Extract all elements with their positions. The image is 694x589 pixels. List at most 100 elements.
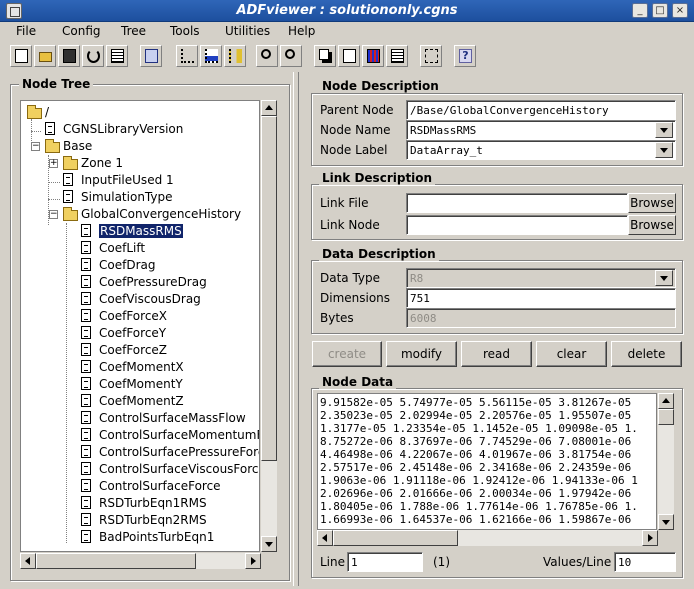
tree-node[interactable]: CoefMomentZ <box>21 393 259 410</box>
tree-node[interactable]: CoefViscousDrag <box>21 291 259 308</box>
tree-node[interactable]: CoefMomentX <box>21 359 259 376</box>
tree-node[interactable]: ControlSurfacePressureForc <box>21 444 259 461</box>
document-icon <box>81 462 91 475</box>
view-button[interactable] <box>140 45 162 67</box>
maximize-button[interactable]: □ <box>652 3 668 18</box>
data-scroll-right-arrow[interactable] <box>642 530 658 546</box>
search-next-icon <box>285 49 295 59</box>
tree-node[interactable]: − GlobalConvergenceHistory <box>21 206 259 223</box>
link-file-browse-button[interactable]: Browse <box>628 193 676 213</box>
menu-utilities[interactable]: Utilities <box>225 24 270 38</box>
folder-icon <box>63 207 78 221</box>
tree-node[interactable]: RSDMassRMS <box>21 223 259 240</box>
node-name-dropdown-arrow[interactable] <box>655 122 673 138</box>
properties-button[interactable] <box>106 45 128 67</box>
tree-scroll-up-arrow[interactable] <box>261 100 277 116</box>
tree-node[interactable]: CoefDrag <box>21 257 259 274</box>
tree-node[interactable]: CoefForceY <box>21 325 259 342</box>
data-scroll-thumb[interactable] <box>658 409 674 425</box>
save-icon <box>63 49 76 63</box>
tree-node[interactable]: ControlSurfaceMomentumFo <box>21 427 259 444</box>
collapse-icon[interactable]: − <box>49 210 58 219</box>
parent-node-field[interactable]: /Base/GlobalConvergenceHistory <box>406 100 676 120</box>
refresh-button[interactable] <box>82 45 104 67</box>
document-icon <box>81 309 91 322</box>
copy-icon <box>319 49 329 60</box>
data-scroll-left-arrow[interactable] <box>317 530 333 546</box>
delete-button[interactable]: delete <box>611 341 682 367</box>
links-button[interactable] <box>420 45 442 67</box>
tree-hscroll-thumb[interactable] <box>36 553 196 569</box>
copy-button[interactable] <box>314 45 336 67</box>
link-node-browse-button[interactable]: Browse <box>628 215 676 235</box>
tree-node[interactable]: CGNSLibraryVersion <box>21 121 259 138</box>
tree-node[interactable]: CoefLift <box>21 240 259 257</box>
tree-scroll-right-arrow[interactable] <box>245 553 261 569</box>
modify-button[interactable]: modify <box>386 341 457 367</box>
tree-scroll-left-arrow[interactable] <box>20 553 36 569</box>
line-field[interactable]: 1 <box>347 552 423 572</box>
tree-node[interactable]: BadPointsTurbEqn1 <box>21 529 259 546</box>
tree-node-label: CGNSLibraryVersion <box>63 122 184 136</box>
minimize-button[interactable]: _ <box>632 3 648 18</box>
close-button[interactable]: × <box>672 3 688 18</box>
dimensions-field[interactable]: 751 <box>406 288 676 308</box>
data-line: 4.46498e-06 4.22067e-06 4.01967e-06 3.81… <box>320 448 632 461</box>
expand-icon[interactable]: + <box>49 159 58 168</box>
check-button[interactable] <box>338 45 360 67</box>
data-scroll-down-arrow[interactable] <box>658 514 674 530</box>
new-button[interactable] <box>10 45 32 67</box>
tree-node[interactable]: CoefMomentY <box>21 376 259 393</box>
tree-sort-button[interactable] <box>176 45 198 67</box>
node-label-dropdown-arrow[interactable] <box>655 142 673 158</box>
data-hscroll-thumb[interactable] <box>333 530 458 546</box>
tree-node[interactable]: InputFileUsed 1 <box>21 172 259 189</box>
menu-tree[interactable]: Tree <box>121 24 146 38</box>
tree-node[interactable]: ControlSurfaceMassFlow <box>21 410 259 427</box>
read-button[interactable]: read <box>461 341 532 367</box>
tree-scroll-thumb[interactable] <box>261 116 277 461</box>
pane-splitter[interactable] <box>293 72 299 586</box>
tree-node[interactable]: RSDTurbEqn1RMS <box>21 495 259 512</box>
node-name-field[interactable]: RSDMassRMS <box>406 120 676 140</box>
tree-node[interactable]: RSDTurbEqn2RMS <box>21 512 259 529</box>
menu-help[interactable]: Help <box>288 24 315 38</box>
link-node-field[interactable] <box>406 215 628 235</box>
tree-scroll-down-arrow[interactable] <box>261 536 277 552</box>
data-type-dropdown-arrow[interactable] <box>655 270 673 286</box>
collapse-icon[interactable]: − <box>31 142 40 151</box>
grid-button[interactable] <box>362 45 384 67</box>
tree-node[interactable]: CoefForceZ <box>21 342 259 359</box>
node-data-text-area[interactable]: 9.91582e-05 5.74977e-05 5.56115e-05 3.81… <box>317 393 657 530</box>
menu-file[interactable]: File <box>16 24 36 38</box>
link-file-field[interactable] <box>406 193 628 213</box>
help-button[interactable]: ? <box>454 45 476 67</box>
data-type-field[interactable]: R8 <box>406 268 676 288</box>
tree-node[interactable]: CoefPressureDrag <box>21 274 259 291</box>
data-scroll-up-arrow[interactable] <box>658 393 674 409</box>
tree-down-button[interactable] <box>200 45 222 67</box>
tree-node[interactable]: ControlSurfaceForce <box>21 478 259 495</box>
tree-node[interactable]: − Base <box>21 138 259 155</box>
save-button[interactable] <box>58 45 80 67</box>
menu-tools[interactable]: Tools <box>170 24 200 38</box>
values-per-line-field[interactable]: 10 <box>614 552 676 572</box>
clear-button[interactable]: clear <box>536 341 607 367</box>
menu-config[interactable]: Config <box>62 24 101 38</box>
tree-node-label: RSDMassRMS <box>99 224 183 238</box>
tree-num-button[interactable] <box>224 45 246 67</box>
create-button[interactable]: create <box>312 341 382 367</box>
tree-node-label: RSDTurbEqn1RMS <box>99 496 207 510</box>
tree-node[interactable]: + Zone 1 <box>21 155 259 172</box>
node-tree[interactable]: / CGNSLibraryVersion − Base + Zone 1 InputFile… <box>20 100 260 552</box>
search-button[interactable] <box>256 45 278 67</box>
open-button[interactable] <box>34 45 56 67</box>
tree-node[interactable]: ControlSurfaceViscousForce <box>21 461 259 478</box>
calculator-button[interactable] <box>386 45 408 67</box>
tree-node-label: CoefDrag <box>99 258 156 272</box>
search-next-button[interactable] <box>280 45 302 67</box>
tree-node[interactable]: SimulationType <box>21 189 259 206</box>
node-label-field[interactable]: DataArray_t <box>406 140 676 160</box>
tree-node[interactable]: CoefForceX <box>21 308 259 325</box>
tree-node[interactable]: / <box>21 104 259 121</box>
